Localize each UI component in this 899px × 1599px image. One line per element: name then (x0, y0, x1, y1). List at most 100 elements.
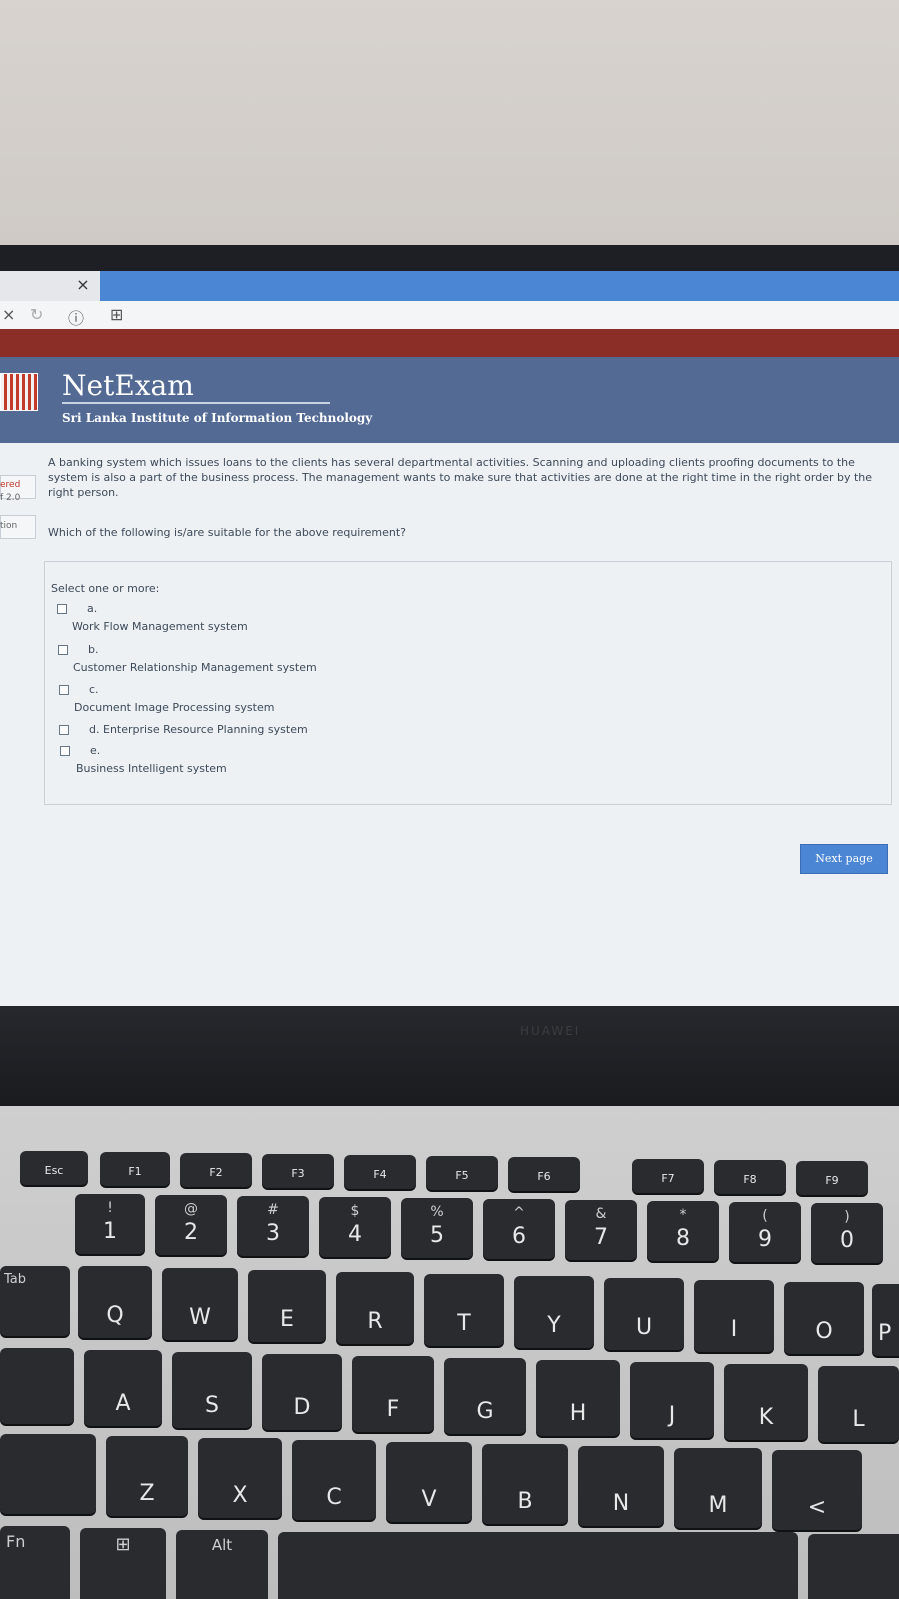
key-3[interactable]: #3 (237, 1196, 309, 1256)
key-p[interactable]: P (872, 1284, 899, 1356)
option-checkbox-a[interactable] (57, 604, 67, 614)
key-b[interactable]: B (482, 1444, 568, 1524)
question-text: A banking system which issues loans to t… (48, 456, 873, 499)
close-icon[interactable]: × (2, 305, 15, 324)
key-e[interactable]: E (248, 1270, 326, 1342)
key-0[interactable]: ) 0 (811, 1203, 883, 1263)
info-icon[interactable]: ⓘ (68, 305, 84, 329)
sliit-logo (0, 373, 38, 411)
key-h[interactable]: H (536, 1360, 620, 1436)
key-c[interactable]: C (292, 1440, 376, 1520)
next-page-button[interactable]: Next page (800, 844, 888, 874)
key-8[interactable]: * 8 (647, 1201, 719, 1261)
key-u[interactable]: U (604, 1278, 684, 1350)
site-title[interactable]: NetExam (62, 369, 194, 402)
key-z[interactable]: Z (106, 1436, 188, 1516)
browser-active-tab[interactable] (100, 271, 899, 301)
key-6[interactable]: ^ 6 (483, 1199, 555, 1259)
option-label-d[interactable]: Enterprise Resource Planning system (103, 723, 308, 736)
laptop-screen: × × ↻ ⓘ ⊞ NetExam Sri Lanka Institute of… (0, 271, 899, 1006)
option-checkbox-c[interactable] (59, 685, 69, 695)
key-9[interactable]: (9 (729, 1202, 801, 1262)
site-header: NetExam Sri Lanka Institute of Informati… (0, 357, 899, 443)
browser-address-bar[interactable]: × ↻ ⓘ ⊞ (0, 301, 899, 330)
key-f4[interactable]: F4 (344, 1155, 416, 1189)
option-letter-e: e. (90, 744, 101, 757)
key-a[interactable]: A (84, 1350, 162, 1426)
option-label-a[interactable]: Work Flow Management system (72, 620, 248, 633)
option-letter-b: b. (88, 643, 99, 656)
screen-bezel-top (0, 245, 899, 271)
key-f6[interactable]: F6 (508, 1157, 580, 1191)
key-m[interactable]: M (674, 1448, 762, 1528)
key-4[interactable]: $4 (319, 1197, 391, 1257)
key-comma[interactable]: < (772, 1450, 862, 1530)
laptop-brand-logo: HUAWEI (520, 1024, 581, 1038)
wall-background (0, 0, 899, 250)
key-w[interactable]: W (162, 1268, 238, 1340)
key-7[interactable]: & 7 (565, 1200, 637, 1260)
sidebar-fragment-status: ered (0, 480, 21, 490)
option-checkbox-b[interactable] (58, 645, 68, 655)
key-alt-right[interactable] (808, 1534, 899, 1599)
key-n[interactable]: N (578, 1446, 664, 1526)
key-d[interactable]: D (262, 1354, 342, 1430)
site-top-band (0, 329, 899, 357)
key-f[interactable]: F (352, 1356, 434, 1432)
sidebar-fragment-question: tion (0, 521, 18, 531)
keyboard-deck: Esc F1 F2 F3 F4 F5 F6 F7 F8 F9 ! 1 @2 #3 … (0, 1106, 899, 1599)
key-l[interactable]: L (818, 1366, 899, 1442)
key-g[interactable]: G (444, 1358, 526, 1434)
select-label: Select one or more: (51, 582, 160, 595)
option-letter-c: c. (89, 683, 99, 696)
key-q[interactable]: Q (78, 1266, 152, 1338)
key-o[interactable]: O (784, 1282, 864, 1354)
key-v[interactable]: V (386, 1442, 472, 1522)
key-j[interactable]: J (630, 1362, 714, 1438)
key-shift[interactable] (0, 1434, 96, 1514)
option-label-b[interactable]: Customer Relationship Management system (73, 661, 317, 674)
key-t[interactable]: T (424, 1274, 504, 1346)
question-prompt: Which of the following is/are suitable f… (48, 526, 407, 539)
sidebar-fragment-marks: f 2.0 (0, 493, 21, 503)
option-letter-d: d. (89, 723, 100, 736)
option-label-e[interactable]: Business Intelligent system (76, 762, 227, 775)
key-caps[interactable] (0, 1348, 74, 1424)
key-space[interactable] (278, 1532, 798, 1599)
site-subtitle: Sri Lanka Institute of Information Techn… (62, 411, 373, 425)
key-s[interactable]: S (172, 1352, 252, 1428)
option-checkbox-e[interactable] (60, 746, 70, 756)
title-divider (62, 402, 330, 404)
key-5[interactable]: % 5 (401, 1198, 473, 1258)
browser-tabstrip: × (0, 271, 899, 301)
key-2[interactable]: @2 (155, 1195, 227, 1255)
answer-box: Select one or more: a. Work Flow Managem… (44, 561, 892, 805)
key-f5[interactable]: F5 (426, 1156, 498, 1190)
option-label-c[interactable]: Document Image Processing system (74, 701, 274, 714)
key-f9[interactable]: F9 (796, 1161, 868, 1195)
key-x[interactable]: X (198, 1438, 282, 1518)
key-1[interactable]: ! 1 (75, 1194, 145, 1254)
option-checkbox-d[interactable] (59, 725, 69, 735)
key-y[interactable]: Y (514, 1276, 594, 1348)
screen-bezel-bottom: HUAWEI (0, 1006, 899, 1106)
key-alt[interactable]: Alt (176, 1530, 268, 1599)
key-esc[interactable]: Esc (20, 1151, 88, 1185)
key-windows[interactable]: ⊞ (80, 1528, 166, 1599)
key-f3[interactable]: F3 (262, 1154, 334, 1188)
key-k[interactable]: K (724, 1364, 808, 1440)
key-f7[interactable]: F7 (632, 1159, 704, 1193)
option-letter-a: a. (87, 602, 98, 615)
key-tab[interactable]: Tab (0, 1266, 70, 1336)
key-i[interactable]: I (694, 1280, 774, 1352)
windows-icon: ⊞ (115, 1534, 131, 1555)
tab-close-icon[interactable]: × (74, 275, 92, 295)
key-f2[interactable]: F2 (180, 1153, 252, 1187)
key-f1[interactable]: F1 (100, 1152, 170, 1186)
reload-icon[interactable]: ↻ (30, 305, 43, 324)
key-f8[interactable]: F8 (714, 1160, 786, 1194)
key-r[interactable]: R (336, 1272, 414, 1344)
question-card: A banking system which issues loans to t… (44, 455, 890, 539)
key-fn[interactable]: Fn (0, 1526, 70, 1599)
page-icon[interactable]: ⊞ (110, 305, 123, 324)
